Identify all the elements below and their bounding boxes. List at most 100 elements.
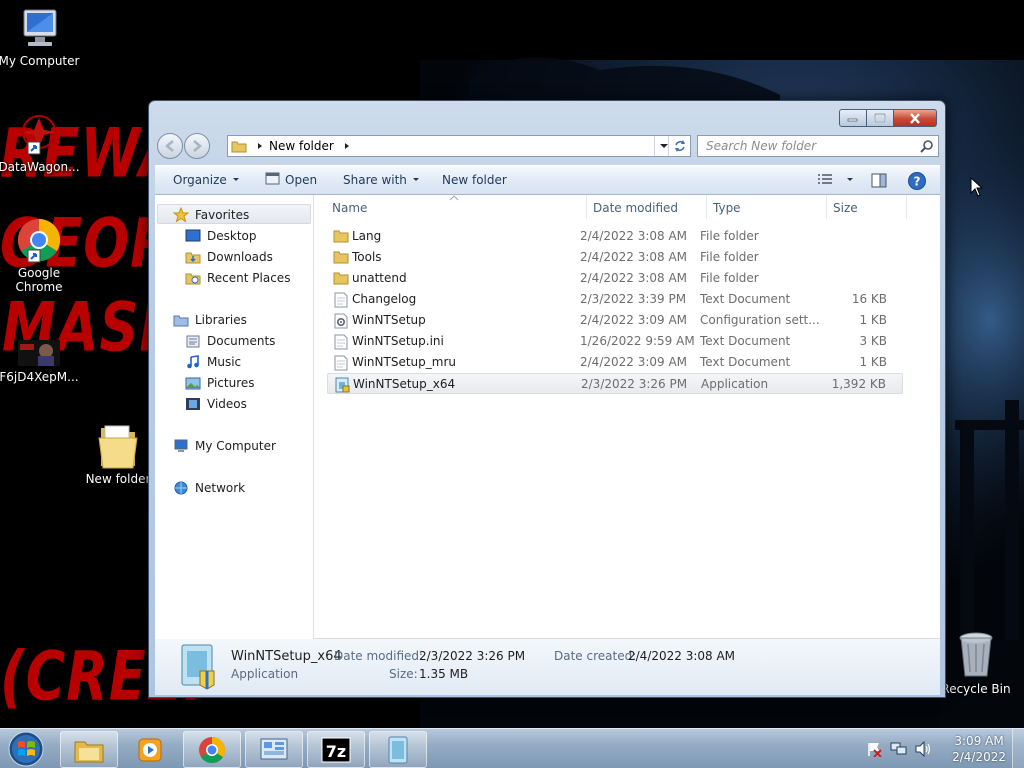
file-row-selected[interactable]: WinNTSetup_x64 2/3/2022 3:26 PM Applicat… — [327, 373, 903, 394]
desktop-icon-google-chrome[interactable]: Google Chrome — [0, 216, 81, 294]
desktop-icon-image-file[interactable]: F6jD4XepM... — [0, 338, 81, 384]
desktop-icon-datawagon[interactable]: DataWagon... — [0, 112, 81, 174]
nav-item-network[interactable]: Network — [173, 478, 245, 498]
network-icon — [174, 481, 188, 495]
file-type: Configuration sett... — [700, 313, 820, 327]
forward-button[interactable] — [184, 133, 210, 159]
breadcrumb-arrow-icon[interactable] — [255, 141, 265, 151]
minimize-button[interactable] — [839, 109, 867, 127]
winntsetup-icon — [388, 736, 408, 763]
taskbar-chrome-button[interactable] — [183, 731, 241, 768]
nav-item-my-computer[interactable]: My Computer — [173, 436, 276, 456]
breadcrumb-new-folder[interactable]: New folder — [269, 139, 334, 153]
back-button[interactable] — [157, 133, 183, 159]
nav-item-label: Videos — [207, 397, 247, 411]
taskbar-7zip-button[interactable]: 7z — [307, 731, 365, 768]
taskbar-control-panel-button[interactable] — [245, 731, 303, 768]
file-row[interactable]: WinNTSetup_mru 2/4/2022 3:09 AM Text Doc… — [327, 352, 903, 373]
details-size-value: 1.35 MB — [419, 667, 469, 681]
show-desktop-button[interactable] — [1012, 729, 1024, 768]
column-header-date-modified[interactable]: Date modified — [593, 201, 678, 215]
preview-pane-icon[interactable] — [871, 173, 887, 189]
nav-item-pictures[interactable]: Pictures — [185, 373, 255, 393]
nav-item-libraries[interactable]: Libraries — [173, 310, 247, 330]
share-with-button[interactable]: Share with — [343, 173, 421, 187]
details-date-created-label: Date created: — [554, 649, 637, 663]
address-dropdown-icon[interactable] — [654, 136, 668, 156]
pictures-icon — [185, 377, 201, 390]
nav-item-label: Desktop — [207, 229, 257, 243]
refresh-button[interactable] — [668, 136, 690, 156]
breadcrumb-arrow-icon[interactable] — [342, 141, 352, 151]
file-type: Text Document — [700, 292, 791, 306]
change-view-button[interactable] — [817, 173, 855, 187]
chevron-down-icon — [412, 178, 419, 181]
nav-item-label: Favorites — [195, 208, 250, 222]
search-input[interactable]: Search New folder — [697, 135, 939, 157]
address-bar[interactable]: New folder — [227, 135, 691, 157]
details-size-label: Size: — [389, 667, 418, 681]
explorer-window: New folder Search New folder Organize Op… — [148, 100, 946, 698]
column-divider[interactable] — [826, 195, 827, 219]
network-tray-icon[interactable] — [890, 741, 908, 757]
action-center-flag-icon[interactable] — [866, 741, 882, 757]
file-date: 2/4/2022 3:08 AM — [580, 250, 688, 264]
close-button[interactable] — [894, 109, 937, 127]
libraries-icon — [173, 315, 189, 327]
command-bar: Organize Open Share with New folder ? — [155, 165, 940, 195]
file-date: 2/3/2022 3:39 PM — [580, 292, 687, 306]
file-date: 2/4/2022 3:08 AM — [580, 271, 688, 285]
system-clock[interactable]: 3:09 AM 2/4/2022 — [952, 733, 1006, 765]
column-divider[interactable] — [586, 195, 587, 219]
clock-time: 3:09 AM — [954, 734, 1004, 748]
nav-item-recent-places[interactable]: Recent Places — [185, 268, 290, 288]
chrome-icon — [17, 218, 61, 263]
column-divider[interactable] — [906, 195, 907, 219]
file-row[interactable]: Tools 2/4/2022 3:08 AM File folder — [327, 247, 903, 268]
organize-button[interactable]: Organize — [173, 173, 241, 187]
nav-item-documents[interactable]: Documents — [185, 331, 275, 351]
file-row[interactable]: Lang 2/4/2022 3:08 AM File folder — [327, 226, 903, 247]
start-button[interactable] — [6, 730, 46, 768]
downloads-icon — [185, 252, 201, 264]
file-row[interactable]: WinNTSetup 2/4/2022 3:09 AM Configuratio… — [327, 310, 903, 331]
application-icon — [181, 644, 215, 690]
file-name: Lang — [352, 229, 382, 243]
file-row[interactable]: WinNTSetup.ini 1/26/2022 9:59 AM Text Do… — [327, 331, 903, 352]
desktop-icon-recycle-bin[interactable]: Recycle Bin — [934, 630, 1018, 696]
nav-item-downloads[interactable]: Downloads — [185, 247, 273, 267]
windows-explorer-icon — [74, 741, 104, 762]
clock-date: 2/4/2022 — [952, 750, 1006, 764]
file-row[interactable]: Changelog 2/3/2022 3:39 PM Text Document… — [327, 289, 903, 310]
open-button[interactable]: Open — [265, 172, 317, 187]
help-icon[interactable]: ? — [907, 171, 927, 191]
taskbar-media-player-button[interactable] — [121, 731, 179, 768]
nav-item-music[interactable]: Music — [185, 352, 241, 372]
nav-item-label: Recent Places — [207, 271, 291, 285]
taskbar-explorer-button[interactable] — [60, 731, 118, 768]
application-icon — [335, 377, 350, 393]
folder-icon — [98, 425, 138, 469]
column-header-size[interactable]: Size — [833, 201, 858, 215]
desktop-icon — [185, 229, 201, 242]
text-file-icon — [334, 334, 348, 350]
volume-icon[interactable] — [914, 741, 932, 757]
column-divider[interactable] — [706, 195, 707, 219]
file-row[interactable]: unattend 2/4/2022 3:08 AM File folder — [327, 268, 903, 289]
nav-item-desktop[interactable]: Desktop — [185, 226, 257, 246]
nav-item-videos[interactable]: Videos — [185, 394, 247, 414]
maximize-icon — [874, 113, 886, 123]
application-icon — [265, 172, 280, 185]
taskbar-winntsetup-button[interactable] — [369, 731, 427, 768]
maximize-button[interactable] — [867, 109, 894, 127]
new-folder-button[interactable]: New folder — [442, 173, 507, 187]
search-icon[interactable] — [920, 140, 934, 154]
file-name: WinNTSetup.ini — [352, 334, 444, 348]
file-type: Text Document — [700, 334, 791, 348]
nav-item-favorites[interactable]: Favorites — [173, 205, 249, 225]
computer-icon — [174, 439, 188, 452]
folder-icon — [333, 251, 349, 264]
column-header-type[interactable]: Type — [713, 201, 741, 215]
column-header-name[interactable]: Name — [332, 201, 367, 215]
desktop-icon-my-computer[interactable]: My Computer — [0, 8, 81, 68]
